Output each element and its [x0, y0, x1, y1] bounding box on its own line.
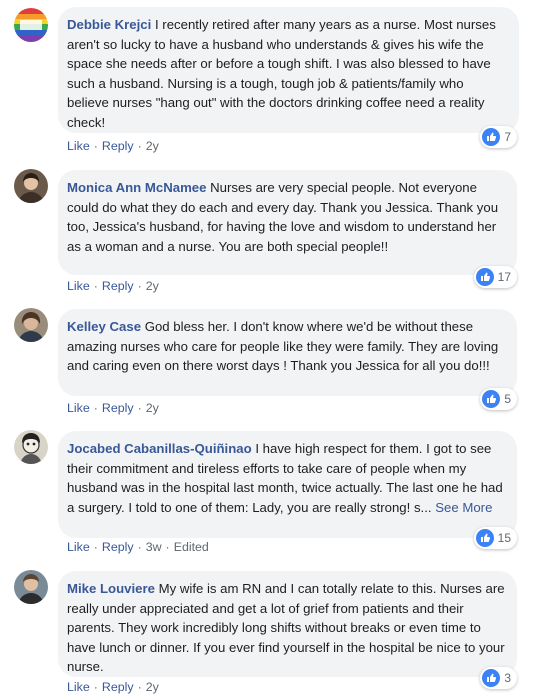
- person-photo-avatar-icon: [14, 308, 48, 342]
- comment-author[interactable]: Mike Louviere: [67, 581, 155, 596]
- reply-link[interactable]: Reply: [102, 401, 134, 415]
- reply-link[interactable]: Reply: [102, 540, 134, 554]
- comment-actions: Like · Reply · 2y: [67, 401, 159, 415]
- like-reaction-icon: [475, 529, 494, 547]
- see-more-link[interactable]: See More: [435, 500, 492, 515]
- reply-link[interactable]: Reply: [102, 680, 134, 694]
- reaction-number: 3: [504, 671, 511, 685]
- reaction-count[interactable]: 5: [480, 388, 517, 410]
- separator-dot: ·: [137, 279, 142, 293]
- rainbow-flag-avatar-icon: [14, 8, 48, 42]
- like-reaction-icon: [482, 390, 501, 408]
- like-link[interactable]: Like: [67, 401, 90, 415]
- like-link[interactable]: Like: [67, 279, 90, 293]
- comment-timestamp[interactable]: 2y: [146, 680, 159, 694]
- comment-timestamp[interactable]: 2y: [146, 279, 159, 293]
- comment-author[interactable]: Debbie Krejci: [67, 17, 151, 32]
- commenter-avatar[interactable]: [14, 169, 48, 203]
- comment-actions: Like · Reply · 2y: [67, 279, 159, 293]
- reaction-number: 17: [497, 270, 511, 284]
- comment-author[interactable]: Monica Ann McNamee: [67, 180, 206, 195]
- reply-link[interactable]: Reply: [102, 279, 134, 293]
- comment-bubble: Kelley Case God bless her. I don't know …: [58, 309, 517, 396]
- reaction-count[interactable]: 3: [480, 667, 517, 689]
- comment-bubble: Debbie Krejci I recently retired after m…: [58, 7, 519, 133]
- reaction-count[interactable]: 7: [480, 126, 517, 148]
- like-link[interactable]: Like: [67, 139, 90, 153]
- like-reaction-icon: [482, 128, 501, 146]
- comment-actions: Like · Reply · 3w · Edited: [67, 540, 209, 554]
- separator-dot: ·: [93, 139, 98, 153]
- comment-actions: Like · Reply · 2y: [67, 680, 159, 694]
- commenter-avatar[interactable]: [14, 570, 48, 604]
- like-reaction-icon: [475, 268, 494, 286]
- separator-dot: ·: [93, 540, 98, 554]
- comment-author[interactable]: Jocabed Cabanillas-Quiñinao: [67, 441, 252, 456]
- comment-text: I recently retired after many years as a…: [67, 17, 496, 130]
- reaction-count[interactable]: 17: [473, 266, 517, 288]
- comment-timestamp[interactable]: 2y: [146, 139, 159, 153]
- person-photo-avatar-icon: [14, 169, 48, 203]
- edited-label[interactable]: Edited: [174, 540, 209, 554]
- separator-dot: ·: [137, 139, 142, 153]
- separator-dot: ·: [93, 401, 98, 415]
- person-photo-avatar-icon: [14, 570, 48, 604]
- commenter-avatar[interactable]: [14, 8, 48, 42]
- separator-dot: ·: [93, 279, 98, 293]
- like-reaction-icon: [482, 669, 501, 687]
- separator-dot: ·: [165, 540, 170, 554]
- like-link[interactable]: Like: [67, 540, 90, 554]
- comment-actions: Like · Reply · 2y: [67, 139, 159, 153]
- comment-bubble: Monica Ann McNamee Nurses are very speci…: [58, 170, 517, 275]
- reaction-number: 7: [504, 130, 511, 144]
- like-link[interactable]: Like: [67, 680, 90, 694]
- comment-bubble: Mike Louviere My wife is am RN and I can…: [58, 571, 517, 677]
- comment-bubble: Jocabed Cabanillas-Quiñinao I have high …: [58, 431, 517, 538]
- reply-link[interactable]: Reply: [102, 139, 134, 153]
- comment-timestamp[interactable]: 2y: [146, 401, 159, 415]
- separator-dot: ·: [93, 680, 98, 694]
- illustration-avatar-icon: [14, 430, 48, 464]
- reaction-count[interactable]: 15: [473, 527, 517, 549]
- comment-author[interactable]: Kelley Case: [67, 319, 141, 334]
- separator-dot: ·: [137, 680, 142, 694]
- separator-dot: ·: [137, 540, 142, 554]
- comment-timestamp[interactable]: 3w: [146, 540, 162, 554]
- separator-dot: ·: [137, 401, 142, 415]
- reaction-number: 5: [504, 392, 511, 406]
- commenter-avatar[interactable]: [14, 308, 48, 342]
- commenter-avatar[interactable]: [14, 430, 48, 464]
- reaction-number: 15: [497, 531, 511, 545]
